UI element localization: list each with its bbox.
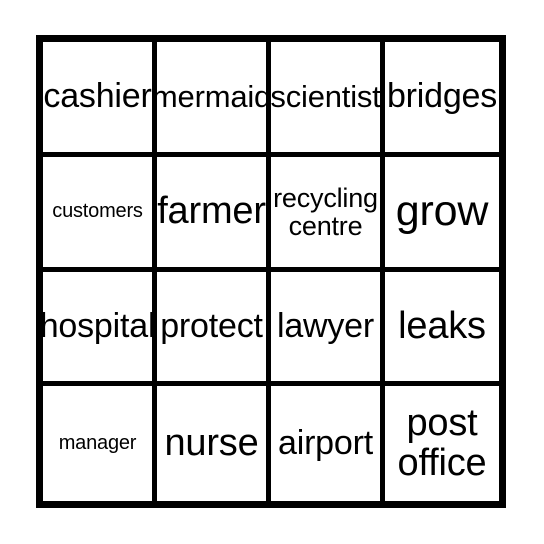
bingo-cell[interactable]: cashier xyxy=(43,42,157,157)
bingo-cell-label: scientist xyxy=(271,78,381,114)
bingo-cell-label: farmer xyxy=(157,189,266,232)
bingo-cell[interactable]: scientist xyxy=(271,42,385,157)
bingo-cell-label: manager xyxy=(58,432,137,455)
bingo-cell-label: bridges xyxy=(386,77,498,116)
bingo-cell[interactable]: airport xyxy=(271,386,385,501)
bingo-cell-label: cashier xyxy=(43,77,152,116)
bingo-cell-label: mermaid xyxy=(157,78,271,114)
bingo-cell[interactable]: mermaid xyxy=(157,42,271,157)
bingo-cell-label: lawyer xyxy=(276,306,375,345)
bingo-cell[interactable]: lawyer xyxy=(271,271,385,387)
bingo-cell[interactable]: farmer xyxy=(157,156,271,272)
bingo-cell-label: hospital xyxy=(43,306,156,345)
bingo-cell-label: post office xyxy=(397,402,487,484)
bingo-cell[interactable]: nurse xyxy=(157,386,271,501)
bingo-cell[interactable]: bridges xyxy=(385,42,499,157)
bingo-cell[interactable]: grow xyxy=(385,156,499,272)
bingo-cell[interactable]: leaks xyxy=(385,271,499,387)
bingo-cell-label: recycling centre xyxy=(273,182,378,241)
bingo-cell[interactable]: protect xyxy=(157,271,271,387)
bingo-cell-label: airport xyxy=(278,423,373,462)
bingo-cell[interactable]: manager xyxy=(43,386,157,501)
bingo-cell-label: grow xyxy=(395,187,489,236)
bingo-card-grid: cashier mermaid scientist bridges custom… xyxy=(36,35,506,508)
bingo-cell-label: customers xyxy=(52,200,143,223)
bingo-cell[interactable]: hospital xyxy=(43,271,157,387)
bingo-cell[interactable]: post office xyxy=(385,386,499,501)
bingo-cell[interactable]: recycling centre xyxy=(271,156,385,272)
bingo-cell-label: protect xyxy=(160,306,263,345)
bingo-cell-label: nurse xyxy=(164,421,259,464)
bingo-cell[interactable]: customers xyxy=(43,156,157,272)
bingo-cell-label: leaks xyxy=(398,304,486,347)
